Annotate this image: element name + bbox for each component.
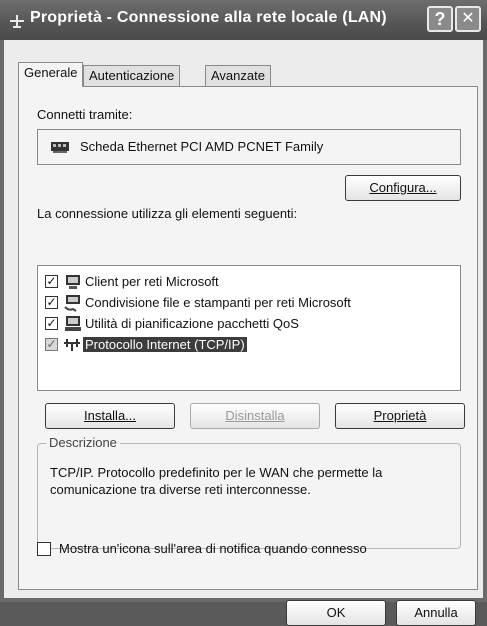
properties-button-label: Proprietà [373,408,427,423]
network-card-icon [51,142,69,153]
tab-avanzate[interactable]: Avanzate [205,65,271,86]
description-group: Descrizione TCP/IP. Protocollo predefini… [37,435,461,549]
notify-checkbox[interactable] [37,542,51,556]
network-client-icon [66,275,80,289]
tab-generale[interactable]: Generale [18,62,84,87]
item-label: Utilità di pianificazione pacchetti QoS [85,316,299,331]
properties-dialog: Proprietà - Connessione alla rete locale… [0,0,487,626]
ok-button[interactable]: OK [286,600,386,626]
dialog-client-area: Generale Autenticazione Avanzate Connett… [4,40,483,626]
notify-checkbox-label[interactable]: Mostra un'icona sull'area di notifica qu… [59,541,367,556]
description-legend: Descrizione [46,435,120,450]
item-label: Condivisione file e stampanti per reti M… [85,295,351,310]
connect-using-label: Connetti tramite: [37,107,133,122]
window-title: Proprietà - Connessione alla rete locale… [30,9,387,26]
protocol-icon [64,339,80,351]
uninstall-button-label: Disinstalla [225,408,285,423]
adapter-field: Scheda Ethernet PCI AMD PCNET Family [37,129,461,165]
description-text: TCP/IP. Protocollo predefinito per le WA… [50,465,383,497]
help-button[interactable]: ? [427,6,453,32]
item-checkbox[interactable]: ✓ [45,275,58,288]
file-printer-sharing-icon [64,295,80,312]
item-checkbox[interactable]: ✓ [45,296,58,309]
uninstall-button[interactable]: Disinstalla [190,403,320,429]
title-bar[interactable]: Proprietà - Connessione alla rete locale… [0,0,487,40]
item-label: Client per reti Microsoft [85,274,219,289]
item-checkbox[interactable]: ✓ [45,338,58,351]
network-connection-icon [10,15,24,28]
close-button[interactable]: ✕ [455,6,481,32]
components-list[interactable]: ✓ Client per reti Microsoft ✓ Condivisio… [37,265,461,391]
tab-autenticazione[interactable]: Autenticazione [83,65,181,86]
install-button-label: Installa... [83,408,137,423]
item-checkbox[interactable]: ✓ [45,317,58,330]
configure-button-label: Configura... [369,180,437,195]
components-label: La connessione utilizza gli elementi seg… [37,206,298,221]
general-tab-panel: Connetti tramite: Scheda Ethernet PCI AM… [18,86,478,590]
adapter-name: Scheda Ethernet PCI AMD PCNET Family [80,139,324,154]
install-button[interactable]: Installa... [45,403,175,429]
cancel-button[interactable]: Annulla [396,600,476,626]
qos-scheduler-icon [65,316,81,331]
configure-button[interactable]: Configura... [345,175,461,201]
item-label: Protocollo Internet (TCP/IP) [83,337,247,352]
properties-button[interactable]: Proprietà [335,403,465,429]
